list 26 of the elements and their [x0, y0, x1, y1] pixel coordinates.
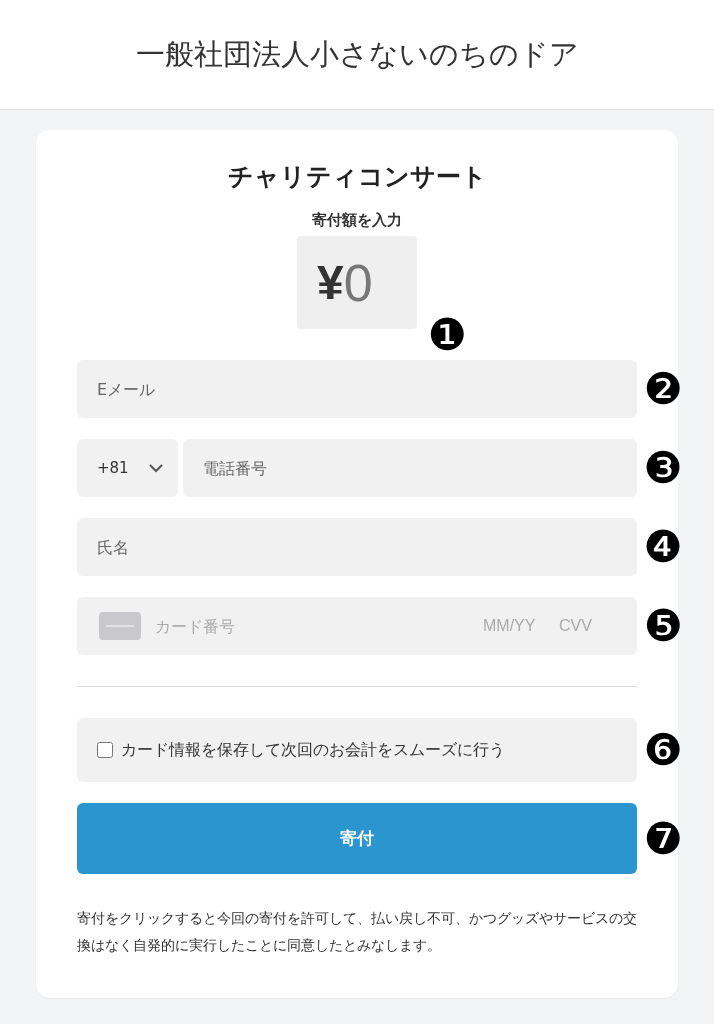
consent-notice: 寄付をクリックすると今回の寄付を許可して、払い戻し不可、かつグッズやサービスの交換はなく自発的に実行したことに同意したとみなします。: [77, 909, 637, 955]
phone-field[interactable]: 電話番号: [183, 439, 637, 497]
number-marker: ❷: [643, 367, 683, 411]
name-field[interactable]: 氏名: [77, 518, 637, 576]
card-number-input[interactable]: カード番号: [155, 616, 469, 636]
currency-symbol: ¥: [317, 255, 344, 310]
number-marker: ❺: [643, 604, 683, 648]
number-marker: ❹: [643, 525, 683, 569]
amount-label: 寄付額を入力: [312, 211, 402, 230]
card-field[interactable]: カード番号 MM/YY CVV: [77, 597, 637, 655]
email-field[interactable]: Eメール: [77, 360, 637, 418]
organization-title: 一般社団法人小さないのちのドア: [135, 35, 579, 73]
save-card-option[interactable]: カード情報を保存して次回のお会計をスムーズに行う: [77, 718, 637, 782]
amount-field[interactable]: ¥0: [297, 236, 417, 329]
number-marker: ❶: [427, 313, 467, 357]
amount-input[interactable]: 0: [343, 252, 394, 313]
number-marker: ❸: [643, 446, 683, 490]
checkbox[interactable]: [97, 742, 113, 758]
event-title: チャリティコンサート: [226, 161, 488, 193]
number-marker: ❻: [643, 728, 683, 772]
credit-card-icon: [99, 612, 141, 640]
number-marker: ❼: [643, 816, 683, 861]
country-code-select[interactable]: +81: [77, 439, 178, 497]
chevron-icon: [148, 463, 164, 473]
cvv-input[interactable]: CVV: [559, 617, 599, 635]
expiry-input[interactable]: MM/YY: [483, 617, 545, 635]
